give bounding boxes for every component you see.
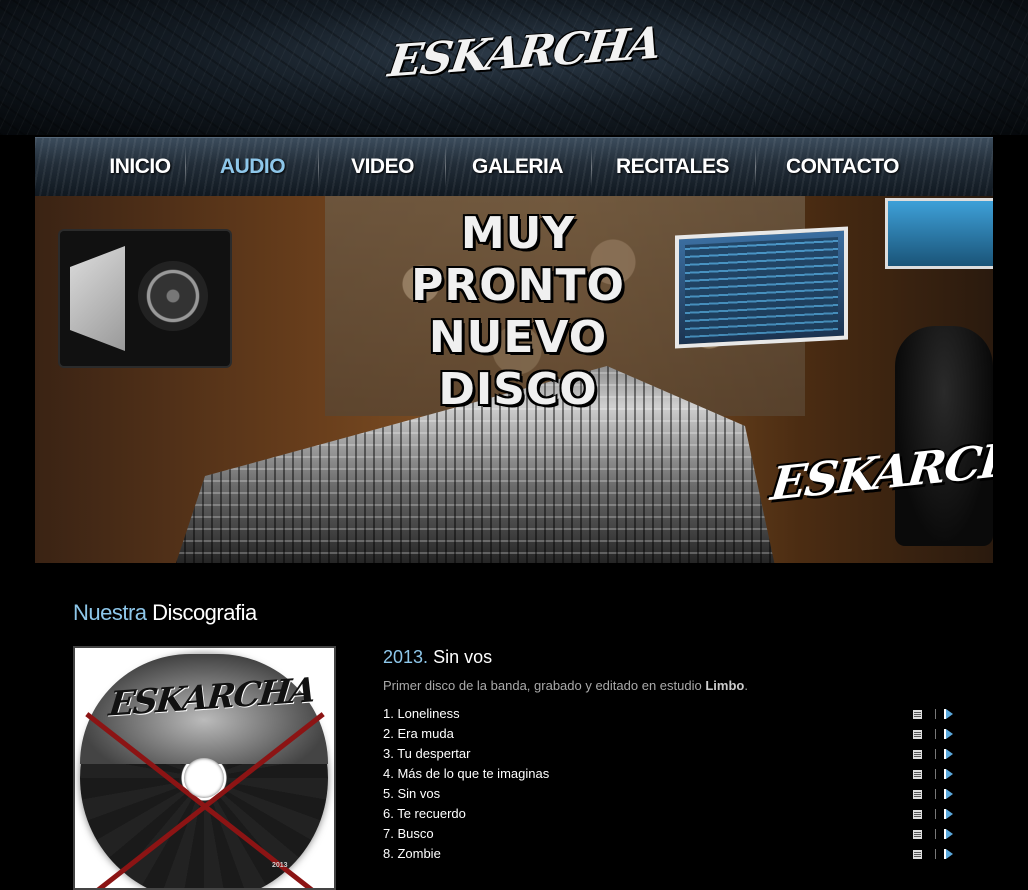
track-actions: [913, 784, 953, 804]
nav-item-video[interactable]: VIDEO: [335, 138, 430, 196]
lyrics-icon[interactable]: [913, 749, 922, 759]
action-divider: [935, 709, 936, 719]
banner-headline: MUY PRONTO NUEVO DISCO: [353, 208, 683, 416]
album-description: Primer disco de la banda, grabado y edit…: [383, 678, 748, 693]
track-actions: [913, 704, 953, 724]
site-logo[interactable]: ESKARCHA: [385, 8, 663, 113]
track-row: 5. Sin vos: [383, 784, 958, 804]
album-cover[interactable]: ESKARCHA 2013: [73, 646, 336, 890]
track-row: 1. Loneliness: [383, 704, 958, 724]
play-icon[interactable]: [944, 729, 953, 739]
track-row: 8. Zombie: [383, 844, 958, 864]
play-icon[interactable]: [944, 829, 953, 839]
nav-divider: [591, 146, 592, 188]
album-name: Sin vos: [433, 647, 493, 667]
play-icon[interactable]: [944, 849, 953, 859]
track-title: 5. Sin vos: [383, 786, 441, 801]
album-description-text: Primer disco de la banda, grabado y edit…: [383, 678, 702, 693]
track-list: 1. Loneliness 2. Era muda 3. Tu desperta…: [383, 704, 958, 864]
play-icon[interactable]: [944, 709, 953, 719]
album-title: 2013. Sin vos: [383, 647, 492, 668]
track-row: 4. Más de lo que te imaginas: [383, 764, 958, 784]
nav-item-galeria[interactable]: GALERIA: [460, 138, 575, 196]
track-title: 7. Busco: [383, 826, 434, 841]
lyrics-icon[interactable]: [913, 829, 922, 839]
action-divider: [935, 829, 936, 839]
play-icon[interactable]: [944, 789, 953, 799]
banner-monitor-secondary: [885, 198, 993, 269]
track-actions: [913, 744, 953, 764]
lyrics-icon[interactable]: [913, 809, 922, 819]
section-title-rest: Discografia: [152, 600, 257, 625]
banner-headline-line2: NUEVO DISCO: [428, 312, 608, 415]
nav-item-recitales[interactable]: RECITALES: [605, 138, 740, 196]
nav-item-inicio[interactable]: INICIO: [90, 138, 190, 196]
album-cd-image: ESKARCHA 2013: [80, 654, 328, 888]
action-divider: [935, 769, 936, 779]
track-title: 4. Más de lo que te imaginas: [383, 766, 550, 781]
album-year: 2013.: [383, 647, 429, 667]
nav-divider: [755, 146, 756, 188]
play-icon[interactable]: [944, 749, 953, 759]
album-description-suffix: .: [744, 678, 748, 693]
section-title: Nuestra Discografia: [73, 600, 257, 626]
cd-year: 2013: [272, 862, 288, 869]
action-divider: [935, 789, 936, 799]
nav-item-contacto[interactable]: CONTACTO: [770, 138, 915, 196]
play-icon[interactable]: [944, 809, 953, 819]
action-divider: [935, 809, 936, 819]
nav-divider: [318, 146, 319, 188]
track-actions: [913, 824, 953, 844]
lyrics-icon[interactable]: [913, 709, 922, 719]
track-actions: [913, 804, 953, 824]
nav-divider: [445, 146, 446, 188]
nav-item-audio[interactable]: AUDIO: [205, 138, 300, 196]
speaker-face: [70, 246, 125, 351]
album-studio: Limbo: [705, 678, 745, 693]
action-divider: [935, 849, 936, 859]
banner-monitor: [675, 226, 848, 349]
track-row: 2. Era muda: [383, 724, 958, 744]
track-title: 1. Loneliness: [383, 706, 460, 721]
action-divider: [935, 749, 936, 759]
track-row: 3. Tu despertar: [383, 744, 958, 764]
lyrics-icon[interactable]: [913, 849, 922, 859]
banner-headline-line1: MUY PRONTO: [411, 208, 625, 311]
track-row: 7. Busco: [383, 824, 958, 844]
speaker-cone: [138, 261, 208, 331]
action-divider: [935, 729, 936, 739]
track-title: 3. Tu despertar: [383, 746, 471, 761]
lyrics-icon[interactable]: [913, 769, 922, 779]
track-actions: [913, 764, 953, 784]
section-title-highlight: Nuestra: [73, 600, 147, 625]
track-title: 8. Zombie: [383, 846, 441, 861]
main-nav: INICIO AUDIO VIDEO GALERIA RECITALES CON…: [35, 137, 993, 196]
lyrics-icon[interactable]: [913, 729, 922, 739]
track-title: 2. Era muda: [383, 726, 454, 741]
track-actions: [913, 724, 953, 744]
banner-speaker-image: [60, 231, 230, 366]
track-row: 6. Te recuerdo: [383, 804, 958, 824]
hero-banner: MUY PRONTO NUEVO DISCO ESKARCHA: [35, 196, 993, 563]
play-icon[interactable]: [944, 769, 953, 779]
track-title: 6. Te recuerdo: [383, 806, 466, 821]
cd-center-hole: [184, 758, 224, 798]
track-actions: [913, 844, 953, 864]
site-header: ESKARCHA: [0, 0, 1028, 135]
lyrics-icon[interactable]: [913, 789, 922, 799]
site-logo-text: ESKARCHA: [385, 17, 664, 88]
nav-divider: [185, 146, 186, 188]
